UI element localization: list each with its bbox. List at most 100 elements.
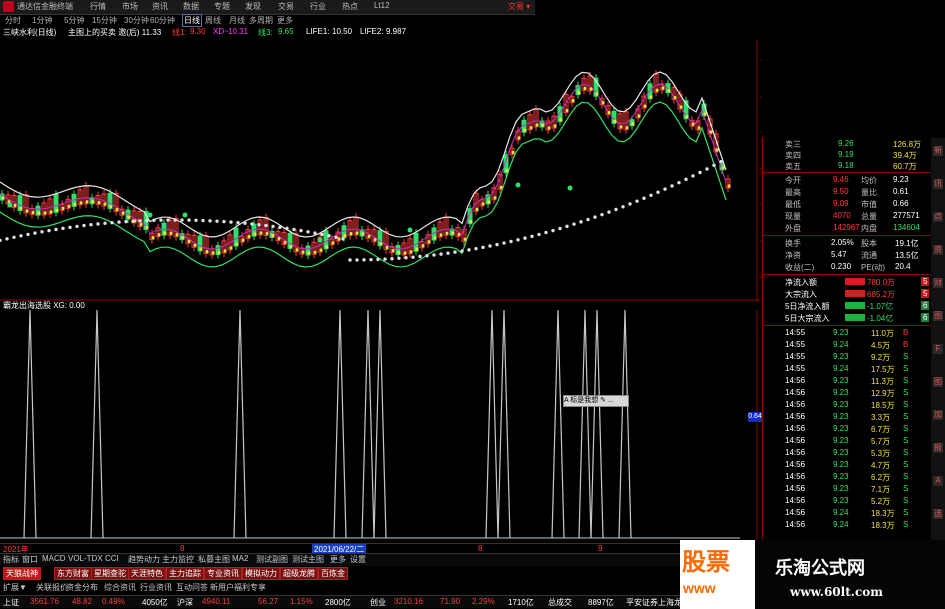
dotted-ma-yellow (451, 231, 455, 235)
side-tool-icon[interactable]: F (933, 344, 943, 354)
timeframe-tab[interactable]: 月线 (229, 15, 245, 26)
menu-item[interactable]: 行情 (90, 1, 106, 12)
timeframe-tab[interactable]: 日线 (182, 14, 202, 27)
dotted-ma-white (117, 220, 121, 224)
side-tool-icon[interactable]: 点 (933, 212, 943, 222)
indicator-tab[interactable]: 指标 (3, 554, 19, 565)
function-button[interactable]: 模拟动力 (242, 567, 280, 580)
stat-label: 内盘 (861, 224, 877, 233)
sub-menu-item[interactable]: 资金分布 (66, 582, 98, 593)
dotted-ma-white (355, 258, 359, 262)
side-tool-icon[interactable]: 讯 (933, 179, 943, 189)
timeframe-tab[interactable]: 30分钟 (124, 15, 149, 26)
menu-item[interactable]: 数据 (183, 1, 199, 12)
function-button[interactable]: 东方财富 (54, 567, 92, 580)
indicator-tab[interactable]: 测试副图 (256, 554, 288, 565)
timeframe-tab[interactable]: 多周期 (249, 15, 273, 26)
side-tool-icon[interactable]: 选 (933, 509, 943, 519)
side-tool-icon[interactable]: 加 (933, 410, 943, 420)
tick-direction: S (903, 448, 909, 457)
dotted-ma-yellow (655, 88, 659, 92)
sub-menu-item[interactable]: 综合资讯 (104, 582, 136, 593)
dotted-ma-white (579, 220, 583, 224)
indicator-tab[interactable]: 设置 (350, 554, 366, 565)
indicator-tab[interactable]: MA2 (232, 554, 248, 563)
indicator-chart[interactable]: 0.500.600.600.600.400.200.500.50 (0, 310, 762, 542)
indicator-spike (578, 310, 592, 539)
function-button[interactable]: 星期查驼 (91, 567, 129, 580)
side-tool-icon[interactable]: 财 (933, 278, 943, 288)
function-button[interactable]: 专业资讯 (204, 567, 242, 580)
dotted-ma-white (586, 217, 590, 222)
menu-item[interactable]: 行业 (310, 1, 326, 12)
timeframe-tab[interactable]: 5分钟 (64, 15, 84, 26)
tick-time: 14:56 (785, 496, 806, 505)
indicator-tab[interactable]: 测试主图 (292, 554, 324, 565)
flow-bar (845, 278, 865, 285)
watermark-text: 股票 (682, 548, 730, 576)
dotted-ma-yellow (91, 200, 95, 204)
dotted-ma-white (719, 159, 723, 164)
indicator-tab[interactable]: 主力监控 (162, 554, 194, 565)
tick-direction: S (903, 436, 909, 445)
axis-tick (760, 96, 761, 97)
dotted-ma-yellow (295, 248, 299, 252)
dotted-ma-yellow (25, 209, 29, 213)
timeframe-tab[interactable]: 周线 (205, 15, 221, 26)
side-tool-icon[interactable]: 图 (933, 311, 943, 321)
dotted-ma-yellow (721, 166, 725, 170)
function-button[interactable]: 主力追踪 (166, 567, 204, 580)
function-button[interactable]: 天狼战神 (3, 567, 41, 580)
menu-item[interactable]: 热点 (342, 1, 358, 12)
dotted-ma-yellow (229, 246, 233, 250)
stat-label: PE(动) (861, 263, 885, 272)
dotted-ma-white (187, 218, 191, 222)
indicator-tab[interactable]: 更多 (330, 554, 346, 565)
timeframe-tab[interactable]: 更多 (277, 15, 293, 26)
indicator-tab[interactable]: 窗口 (22, 554, 38, 565)
side-tool-icon[interactable]: 资 (933, 245, 943, 255)
indicator-tab[interactable]: 私募主图 (198, 554, 230, 565)
sub-menu-item[interactable]: 扩展▼ (3, 582, 27, 593)
index-label: 沪深 (177, 598, 193, 607)
dotted-ma-white (54, 227, 58, 232)
indicator-tab[interactable]: MACD (42, 554, 66, 563)
price-chart[interactable] (0, 40, 762, 302)
side-tool-icon[interactable]: 报 (933, 443, 943, 453)
chart-tooltip[interactable]: A 标是我想 ✎ ... (563, 395, 629, 407)
menu-item[interactable]: 交易 (278, 1, 294, 12)
tick-time: 14:56 (785, 400, 806, 409)
menu-item[interactable]: 专题 (214, 1, 230, 12)
side-tool-icon[interactable]: 图 (933, 377, 943, 387)
side-tool-icon[interactable]: 新 (933, 146, 943, 156)
function-button[interactable]: 超级龙腾 (280, 567, 318, 580)
sub-menu-item[interactable]: 互动问答 (176, 582, 208, 593)
tick-volume: 7.1万 (871, 485, 891, 494)
sub-menu-item[interactable]: 关联报价 (36, 582, 68, 593)
timeframe-tab[interactable]: 60分钟 (150, 15, 175, 26)
menu-item[interactable]: 资讯 (152, 1, 168, 12)
sub-menu-item[interactable]: 行业资讯 (140, 582, 172, 593)
menu-item[interactable]: 发现 (245, 1, 261, 12)
side-tool-icon[interactable]: A (933, 476, 943, 486)
tick-time: 14:56 (785, 460, 806, 469)
sub-menu-item[interactable]: 新用户福利专享 (210, 582, 266, 593)
dotted-ma-white (544, 230, 548, 235)
function-button[interactable]: 天涯特色 (128, 567, 166, 580)
menu-item[interactable]: Lt12 (374, 1, 390, 10)
dotted-ma-yellow (301, 250, 305, 254)
flow-value: 780.0万 (867, 278, 896, 287)
dotted-ma-yellow (121, 211, 125, 215)
function-button[interactable]: 百炼金 (318, 567, 348, 580)
order-book-row: 卖五 9.18 60.7万 (763, 160, 933, 172)
indicator-tab[interactable]: VOL-TDX (68, 554, 103, 563)
indicator-tab[interactable]: 趋势动力 (128, 554, 160, 565)
timeframe-tab[interactable]: 15分钟 (92, 15, 117, 26)
trade-menu[interactable]: 交易 ▾ (508, 1, 530, 12)
timeframe-tab[interactable]: 1分钟 (32, 15, 52, 26)
indicator-tab[interactable]: CCI (105, 554, 119, 563)
stat-row: 外盘 142967 内盘 134604 (763, 222, 933, 234)
tick-row: 14:56 9.23 7.1万 S (763, 483, 933, 495)
menu-item[interactable]: 市场 (122, 1, 138, 12)
timeframe-tab[interactable]: 分时 (5, 15, 21, 26)
